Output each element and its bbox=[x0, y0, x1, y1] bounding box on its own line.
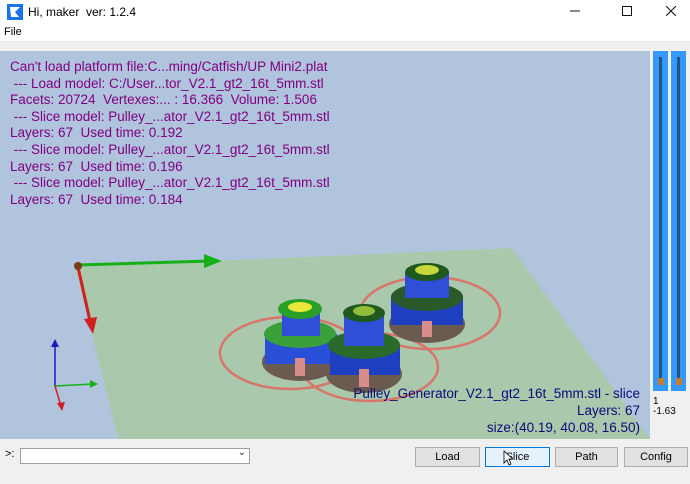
log-line: --- Slice model: Pulley_...ator_V2.1_gt2… bbox=[10, 108, 330, 124]
minimize-button[interactable] bbox=[552, 0, 598, 24]
bottom-toolbar: >: ⌄ Load Slice Path Config bbox=[0, 442, 690, 484]
log-output: Can't load platform file:C...ming/Catfis… bbox=[10, 59, 530, 208]
slider-thumb[interactable] bbox=[676, 378, 682, 385]
log-line: Layers: 67 Used time: 0.192 bbox=[10, 125, 183, 141]
menu-item-file[interactable]: File bbox=[4, 26, 22, 38]
slider-thumb[interactable] bbox=[658, 378, 664, 385]
3d-viewport[interactable]: Can't load platform file:C...ming/Catfis… bbox=[0, 51, 650, 439]
minimize-icon bbox=[570, 10, 580, 12]
log-line: Facets: 20724 Vertexes:... : 16.366 Volu… bbox=[10, 92, 317, 108]
window-title: Hi, maker ver: 1.2.4 bbox=[28, 5, 137, 19]
chevron-down-icon[interactable]: ⌄ bbox=[238, 447, 246, 458]
maximize-button[interactable] bbox=[604, 0, 650, 24]
layer-slider-top[interactable] bbox=[653, 51, 668, 391]
model-name: Pulley_Generator_V2.1_gt2_16t_5mm.stl - … bbox=[353, 386, 640, 401]
orientation-gizmo bbox=[51, 339, 98, 411]
app-logo-icon bbox=[7, 4, 23, 20]
menu-bar: File bbox=[0, 24, 690, 42]
close-icon bbox=[665, 5, 677, 17]
command-input[interactable]: ⌄ bbox=[20, 447, 250, 464]
log-line: --- Slice model: Pulley_...ator_V2.1_gt2… bbox=[10, 141, 330, 157]
close-button[interactable] bbox=[648, 0, 690, 24]
layer-slider-bottom[interactable] bbox=[671, 51, 686, 391]
title-bar: Hi, maker ver: 1.2.4 bbox=[0, 0, 690, 24]
config-button[interactable]: Config bbox=[624, 447, 688, 467]
model-info: Pulley_Generator_V2.1_gt2_16t_5mm.stl - … bbox=[353, 386, 640, 436]
layer-slider-panel: 1 -1.63 bbox=[650, 51, 690, 439]
model-layers: Layers: 67 bbox=[576, 402, 640, 418]
layer-bottom-value: -1.63 bbox=[653, 406, 676, 417]
log-line: --- Slice model: Pulley_...ator_V2.1_gt2… bbox=[10, 175, 330, 191]
command-prompt: >: bbox=[5, 448, 15, 460]
maximize-icon bbox=[622, 6, 632, 16]
mouse-cursor-icon bbox=[503, 450, 513, 466]
log-line: Layers: 67 Used time: 0.184 bbox=[10, 191, 183, 207]
path-button[interactable]: Path bbox=[555, 447, 618, 467]
slice-button[interactable]: Slice bbox=[485, 447, 550, 467]
log-line: --- Load model: C:/User...tor_V2.1_gt2_1… bbox=[10, 75, 324, 91]
log-line: Layers: 67 Used time: 0.196 bbox=[10, 158, 183, 174]
model-size: size:(40.19, 40.08, 16.50) bbox=[486, 419, 640, 435]
log-line: Can't load platform file:C...ming/Catfis… bbox=[10, 59, 328, 74]
load-button[interactable]: Load bbox=[415, 447, 480, 467]
